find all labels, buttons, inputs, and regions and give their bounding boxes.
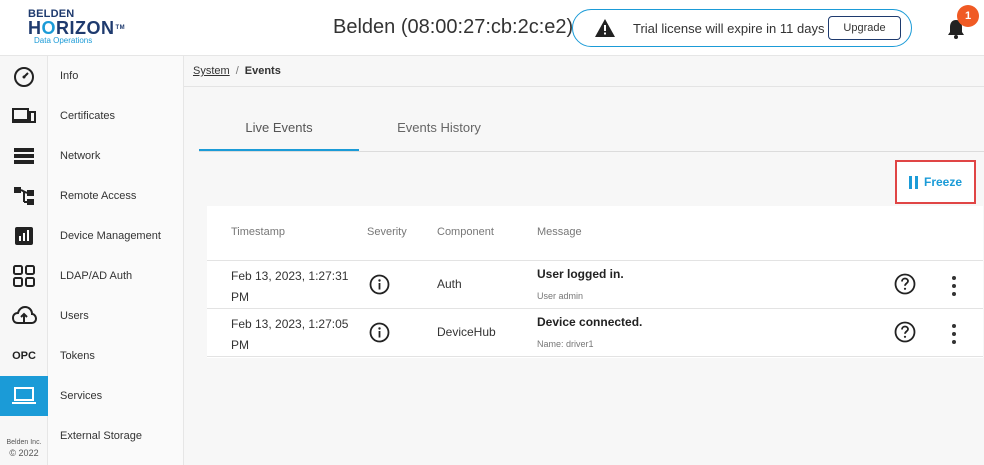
rail-item-opc[interactable]: OPC (0, 336, 48, 376)
cell-message-detail: User admin (537, 291, 584, 301)
upgrade-button[interactable]: Upgrade (828, 16, 901, 40)
column-header-severity[interactable]: Severity (367, 226, 407, 238)
rail-item-apps[interactable] (0, 256, 48, 296)
help-circle-icon[interactable] (894, 273, 916, 295)
trial-message: Trial license will expire in 11 days (633, 21, 825, 36)
cell-timestamp: Feb 13, 2023, 1:27:05 PM (231, 317, 349, 352)
system-sidebar: Info Certificates Network Remote Access … (48, 56, 184, 465)
sidebar-item-services[interactable]: Services (60, 376, 184, 416)
breadcrumb: System / Events (184, 56, 984, 87)
logo-line2: HORIZONTM (28, 18, 125, 38)
table-header: Timestamp Severity Component Message (207, 206, 983, 261)
sidebar-item-ldap-auth[interactable]: LDAP/AD Auth (60, 256, 184, 296)
row-menu-kebab-icon[interactable] (946, 275, 962, 297)
sidebar-item-users[interactable]: Users (60, 296, 184, 336)
rail-item-dashboard[interactable] (0, 56, 48, 96)
rail-item-hierarchy[interactable] (0, 176, 48, 216)
breadcrumb-current: Events (244, 65, 281, 77)
cell-message-title: User logged in. (537, 267, 624, 281)
hierarchy-icon (14, 187, 34, 205)
cloud-upload-icon (11, 305, 37, 324)
cell-component: Auth (437, 277, 462, 291)
rail-item-cloud[interactable] (0, 296, 48, 336)
column-header-timestamp[interactable]: Timestamp (231, 226, 285, 238)
logo-tm: TM (115, 25, 126, 31)
warning-icon (595, 19, 615, 37)
devices-icon (12, 108, 36, 123)
rail-item-charts[interactable] (0, 216, 48, 256)
tab-live-events[interactable]: Live Events (199, 108, 359, 151)
breadcrumb-system-link[interactable]: System (193, 65, 230, 77)
column-header-component[interactable]: Component (437, 226, 494, 238)
cell-message-detail: Name: driver1 (537, 339, 594, 349)
sidebar-item-info[interactable]: Info (60, 56, 184, 96)
pause-icon (908, 175, 918, 189)
sidebar-item-network[interactable]: Network (60, 136, 184, 176)
cell-message-title: Device connected. (537, 315, 643, 329)
cell-timestamp: Feb 13, 2023, 1:27:31 PM (231, 269, 349, 304)
main-content: System / Events Live Events Events History… (184, 56, 984, 465)
bar-chart-icon (15, 227, 33, 245)
rail-item-system[interactable] (0, 376, 48, 416)
rail-item-devices[interactable] (0, 96, 48, 136)
dashboard-gauge-icon (14, 67, 34, 87)
table-row[interactable]: Feb 13, 2023, 1:27:31 PM Auth User logge… (207, 261, 983, 309)
events-tabs: Live Events Events History (199, 108, 984, 152)
table-row[interactable]: Feb 13, 2023, 1:27:05 PM DeviceHub Devic… (207, 309, 983, 357)
info-circle-icon (369, 322, 390, 343)
rail-item-list[interactable] (0, 136, 48, 176)
info-circle-icon (369, 274, 390, 295)
list-icon (14, 148, 34, 164)
column-header-message[interactable]: Message (537, 226, 582, 238)
logo-rizon: RIZON (56, 18, 115, 38)
cell-component: DeviceHub (437, 325, 496, 339)
freeze-label: Freeze (923, 175, 963, 189)
device-title: Belden (08:00:27:cb:2c:e2) (333, 16, 574, 38)
help-circle-icon[interactable] (894, 321, 916, 343)
logo-h: H (28, 18, 42, 38)
icon-rail: OPC Belden Inc. © 2022 (0, 56, 48, 465)
events-table: Timestamp Severity Component Message Feb… (207, 206, 983, 358)
app-header: BELDEN HORIZONTM Data Operations Belden … (0, 0, 984, 56)
breadcrumb-separator: / (235, 65, 239, 77)
row-menu-kebab-icon[interactable] (946, 323, 962, 345)
sidebar-item-tokens[interactable]: Tokens (60, 336, 184, 376)
sidebar-item-remote-access[interactable]: Remote Access (60, 176, 184, 216)
belden-horizon-logo[interactable]: BELDEN HORIZONTM Data Operations (28, 9, 125, 49)
footer-copyright: © 2022 (9, 448, 39, 458)
tab-events-history[interactable]: Events History (359, 108, 519, 151)
laptop-icon (12, 387, 36, 404)
trial-license-banner: Trial license will expire in 11 days Upg… (572, 9, 912, 47)
logo-o: O (41, 18, 57, 38)
freeze-button[interactable]: Freeze (895, 160, 976, 204)
footer-company: Belden Inc. (6, 439, 42, 446)
sidebar-item-device-management[interactable]: Device Management (60, 216, 184, 256)
rail-footer: Belden Inc. © 2022 (0, 438, 48, 458)
sidebar-item-external-storage[interactable]: External Storage (60, 416, 184, 456)
sidebar-item-certificates[interactable]: Certificates (60, 96, 184, 136)
notification-count-badge: 1 (957, 5, 979, 27)
apps-grid-icon (13, 265, 35, 287)
